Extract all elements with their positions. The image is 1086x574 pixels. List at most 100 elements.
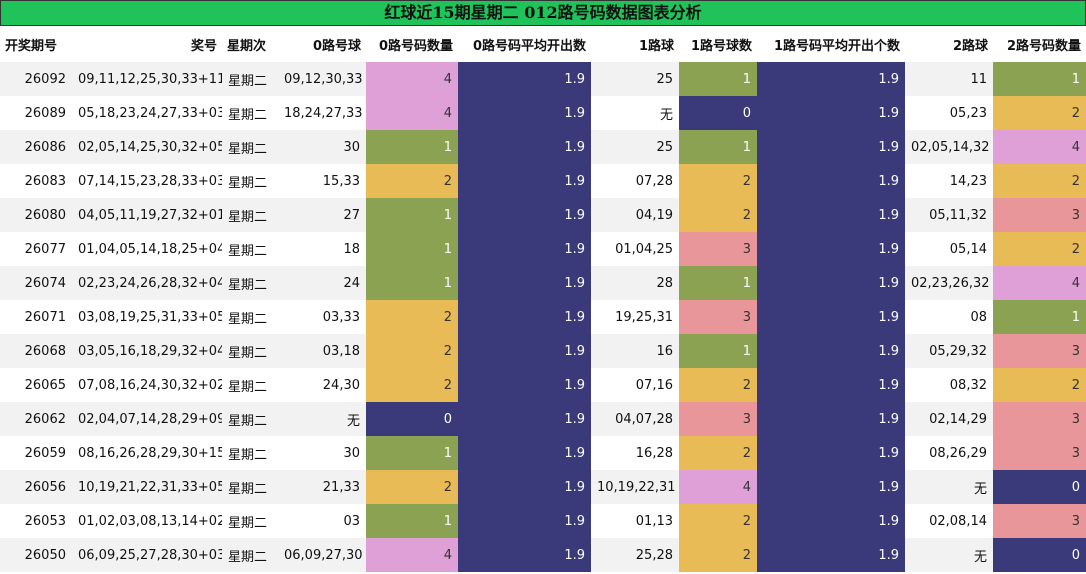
route1-avg-cell: 1.9	[757, 436, 905, 470]
route0-balls-cell: 09,12,30,33	[278, 62, 366, 96]
route1-balls-cell: 10,19,22,31	[591, 470, 679, 504]
route1-count-cell: 2	[679, 504, 757, 538]
route2-count-cell: 4	[993, 266, 1086, 300]
table-row: 26086 02,05,14,25,30,32+05 星期二 30 1 1.9 25 1 1.9…	[0, 130, 1086, 164]
route2-balls-cell: 02,05,14,32	[905, 130, 993, 164]
numbers-cell: 01,02,03,08,13,14+02	[72, 504, 222, 538]
table-row: 26071 03,08,19,25,31,33+05 星期二 03,33 2 1.9 19,…	[0, 300, 1086, 334]
route1-count-cell: 4	[679, 470, 757, 504]
numbers-cell: 02,04,07,14,28,29+09	[72, 402, 222, 436]
route1-avg-cell: 1.9	[757, 96, 905, 130]
route0-balls-cell: 30	[278, 436, 366, 470]
header-route1-count: 1路号球数	[679, 26, 757, 62]
route0-balls-cell: 03,33	[278, 300, 366, 334]
route0-balls-cell: 24	[278, 266, 366, 300]
route2-balls-cell: 无	[905, 470, 993, 504]
route0-count-cell: 1	[366, 504, 458, 538]
route1-avg-cell: 1.9	[757, 266, 905, 300]
issue-cell: 26077	[0, 232, 72, 266]
header-route1-balls: 1路球	[591, 26, 679, 62]
route1-balls-cell: 16,28	[591, 436, 679, 470]
route0-avg-cell: 1.9	[458, 334, 591, 368]
numbers-cell: 06,09,25,27,28,30+03	[72, 538, 222, 572]
data-table: 开奖期号 奖号 星期次 0路号球 0路号码数量 0路号码平均开出数 1路球 1路…	[0, 26, 1086, 572]
issue-cell: 26092	[0, 62, 72, 96]
route2-balls-cell: 无	[905, 538, 993, 572]
route1-balls-cell: 01,04,25	[591, 232, 679, 266]
weekday-cell: 星期二	[222, 368, 278, 402]
route1-count-cell: 2	[679, 368, 757, 402]
issue-cell: 26050	[0, 538, 72, 572]
route0-count-cell: 0	[366, 402, 458, 436]
route2-count-cell: 0	[993, 538, 1086, 572]
route0-avg-cell: 1.9	[458, 538, 591, 572]
header-weekday: 星期次	[222, 26, 278, 62]
table-row: 26053 01,02,03,08,13,14+02 星期二 03 1 1.9 01,13 2…	[0, 504, 1086, 538]
route0-count-cell: 4	[366, 62, 458, 96]
issue-cell: 26083	[0, 164, 72, 198]
route0-count-cell: 2	[366, 334, 458, 368]
route1-avg-cell: 1.9	[757, 368, 905, 402]
numbers-cell: 02,05,14,25,30,32+05	[72, 130, 222, 164]
route0-avg-cell: 1.9	[458, 130, 591, 164]
weekday-cell: 星期二	[222, 436, 278, 470]
route0-avg-cell: 1.9	[458, 368, 591, 402]
route1-count-cell: 2	[679, 164, 757, 198]
route0-balls-cell: 27	[278, 198, 366, 232]
route0-avg-cell: 1.9	[458, 198, 591, 232]
numbers-cell: 08,16,26,28,29,30+15	[72, 436, 222, 470]
route2-balls-cell: 05,29,32	[905, 334, 993, 368]
route2-count-cell: 1	[993, 300, 1086, 334]
weekday-cell: 星期二	[222, 470, 278, 504]
route0-balls-cell: 18	[278, 232, 366, 266]
route1-count-cell: 0	[679, 96, 757, 130]
issue-cell: 26068	[0, 334, 72, 368]
route1-avg-cell: 1.9	[757, 470, 905, 504]
route2-balls-cell: 08	[905, 300, 993, 334]
route2-count-cell: 3	[993, 402, 1086, 436]
table-row: 26089 05,18,23,24,27,33+03 星期二 18,24,27,33 4…	[0, 96, 1086, 130]
route1-balls-cell: 04,07,28	[591, 402, 679, 436]
numbers-cell: 03,05,16,18,29,32+04	[72, 334, 222, 368]
route2-balls-cell: 02,23,26,32	[905, 266, 993, 300]
route1-balls-cell: 25,28	[591, 538, 679, 572]
table-row: 26074 02,23,24,26,28,32+04 星期二 24 1 1.9 28 1 1.9…	[0, 266, 1086, 300]
weekday-cell: 星期二	[222, 334, 278, 368]
route2-balls-cell: 14,23	[905, 164, 993, 198]
route0-avg-cell: 1.9	[458, 470, 591, 504]
route0-count-cell: 1	[366, 436, 458, 470]
numbers-cell: 09,11,12,25,30,33+11	[72, 62, 222, 96]
route1-avg-cell: 1.9	[757, 538, 905, 572]
route0-avg-cell: 1.9	[458, 164, 591, 198]
issue-cell: 26074	[0, 266, 72, 300]
route1-avg-cell: 1.9	[757, 300, 905, 334]
route1-avg-cell: 1.9	[757, 334, 905, 368]
route0-balls-cell: 03	[278, 504, 366, 538]
route0-balls-cell: 06,09,27,30	[278, 538, 366, 572]
route2-count-cell: 1	[993, 62, 1086, 96]
route2-count-cell: 3	[993, 504, 1086, 538]
route0-avg-cell: 1.9	[458, 62, 591, 96]
route0-count-cell: 1	[366, 232, 458, 266]
header-route2-balls: 2路球	[905, 26, 993, 62]
weekday-cell: 星期二	[222, 232, 278, 266]
table-row: 26062 02,04,07,14,28,29+09 星期二无 0 1.9 04,07,2…	[0, 402, 1086, 436]
header-route0-avg: 0路号码平均开出数	[458, 26, 591, 62]
weekday-cell: 星期二	[222, 130, 278, 164]
route2-count-cell: 0	[993, 470, 1086, 504]
route2-count-cell: 3	[993, 436, 1086, 470]
route2-balls-cell: 08,26,29	[905, 436, 993, 470]
route2-count-cell: 2	[993, 368, 1086, 402]
route0-count-cell: 2	[366, 164, 458, 198]
numbers-cell: 04,05,11,19,27,32+01	[72, 198, 222, 232]
route0-avg-cell: 1.9	[458, 266, 591, 300]
route1-balls-cell: 01,13	[591, 504, 679, 538]
route1-avg-cell: 1.9	[757, 232, 905, 266]
route0-avg-cell: 1.9	[458, 504, 591, 538]
route2-balls-cell: 02,14,29	[905, 402, 993, 436]
route0-balls-cell: 18,24,27,33	[278, 96, 366, 130]
route1-balls-cell: 25	[591, 130, 679, 164]
route1-count-cell: 2	[679, 436, 757, 470]
route1-balls-cell: 28	[591, 266, 679, 300]
header-issue: 开奖期号	[0, 26, 72, 62]
